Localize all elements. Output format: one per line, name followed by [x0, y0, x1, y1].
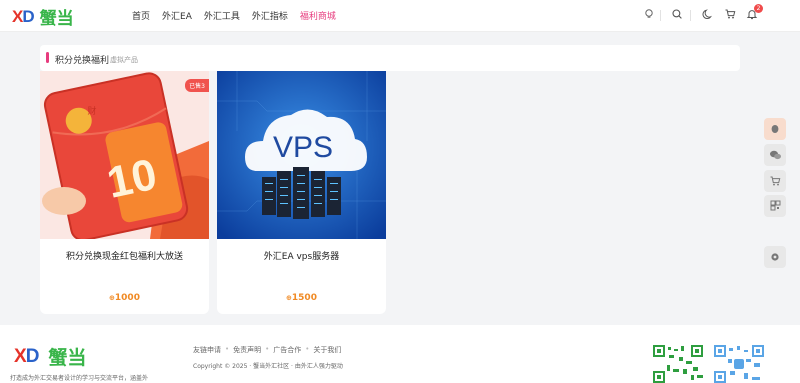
section-accent-mark [46, 52, 49, 63]
footer-link-advertising[interactable]: 广告合作 [273, 345, 301, 355]
nav-item-forex-tools[interactable]: 外汇工具 [204, 9, 240, 22]
product-price: ⊕1500 [217, 293, 386, 303]
search-icon[interactable] [670, 8, 684, 22]
qrcode-icon[interactable] [764, 195, 786, 217]
site-footer: XD 蟹当 打造成为外汇交易者设计的学习与交流平台，涵盖外 友链申请 • 免责声… [0, 325, 800, 383]
site-logo[interactable]: XD 蟹当 [12, 4, 74, 30]
alipay-qrcode-image [714, 345, 764, 383]
nav-item-forex-indicators[interactable]: 外汇指标 [252, 9, 288, 22]
settings-icon[interactable] [764, 246, 786, 268]
section-header: 积分兑换福利 虚拟产品 [40, 45, 740, 71]
logo-mark: XD [12, 6, 35, 26]
product-image-vps[interactable]: VPS [217, 71, 386, 239]
footer-links: 友链申请 • 免责声明 • 广告合作 • 关于我们 [193, 345, 342, 355]
footer-description: 打造成为外汇交易者设计的学习与交流平台，涵盖外 [10, 375, 149, 382]
product-card[interactable]: 财 10 ¥ 已售3 积分兑换现金红包福利大放送 ⊕1000 [40, 71, 209, 314]
thumb-amount-text: 10 [103, 150, 161, 208]
thumb-vps-text: VPS [273, 131, 333, 164]
main-nav: 首页 外汇EA 外汇工具 外汇指标 福利商城 [132, 9, 336, 22]
price-value: 1000 [114, 293, 140, 303]
product-name[interactable]: 积分兑换现金红包福利大放送 [40, 249, 209, 262]
thumb-seal-text: 财 [87, 105, 96, 117]
logo-text: 蟹当 [39, 9, 74, 29]
header-divider [660, 10, 661, 21]
header-divider [690, 10, 691, 21]
footer-link-disclaimer[interactable]: 免责声明 [233, 345, 261, 355]
product-card[interactable]: VPS 外汇EA vps服务器 ⊕1500 [217, 71, 386, 314]
wechat-icon[interactable] [764, 144, 786, 166]
notification-badge: 2 [754, 4, 763, 13]
bulb-icon[interactable] [642, 8, 656, 22]
sold-count-badge: 已售3 [185, 79, 209, 92]
product-price: ⊕1000 [40, 293, 209, 303]
cart-icon[interactable] [764, 170, 786, 192]
footer-link-about[interactable]: 关于我们 [313, 345, 341, 355]
section-title: 积分兑换福利 [55, 56, 110, 66]
section-subtitle[interactable]: 虚拟产品 [110, 55, 138, 65]
qq-icon[interactable] [764, 118, 786, 140]
wechat-qrcode-image [653, 345, 703, 383]
footer-copyright: Copyright © 2025 · 蟹当外汇社区 · 由外汇人强力驱动 [193, 363, 343, 370]
nav-item-forex-ea[interactable]: 外汇EA [162, 9, 192, 22]
footer-logo[interactable]: XD 蟹当 [14, 343, 86, 370]
product-image-red-envelope[interactable]: 财 10 ¥ 已售3 [40, 71, 209, 239]
product-name[interactable]: 外汇EA vps服务器 [217, 249, 386, 262]
footer-link-friend-apply[interactable]: 友链申请 [193, 345, 221, 355]
nav-item-welfare-mall[interactable]: 福利商城 [300, 9, 336, 22]
top-header: XD 蟹当 首页 外汇EA 外汇工具 外汇指标 福利商城 2 [0, 0, 800, 32]
cart-icon[interactable] [723, 8, 737, 22]
footer-logo-mark: XD [14, 345, 39, 367]
moon-icon[interactable] [701, 8, 715, 22]
nav-item-home[interactable]: 首页 [132, 9, 150, 22]
footer-logo-text: 蟹当 [48, 347, 87, 369]
price-value: 1500 [291, 293, 317, 303]
